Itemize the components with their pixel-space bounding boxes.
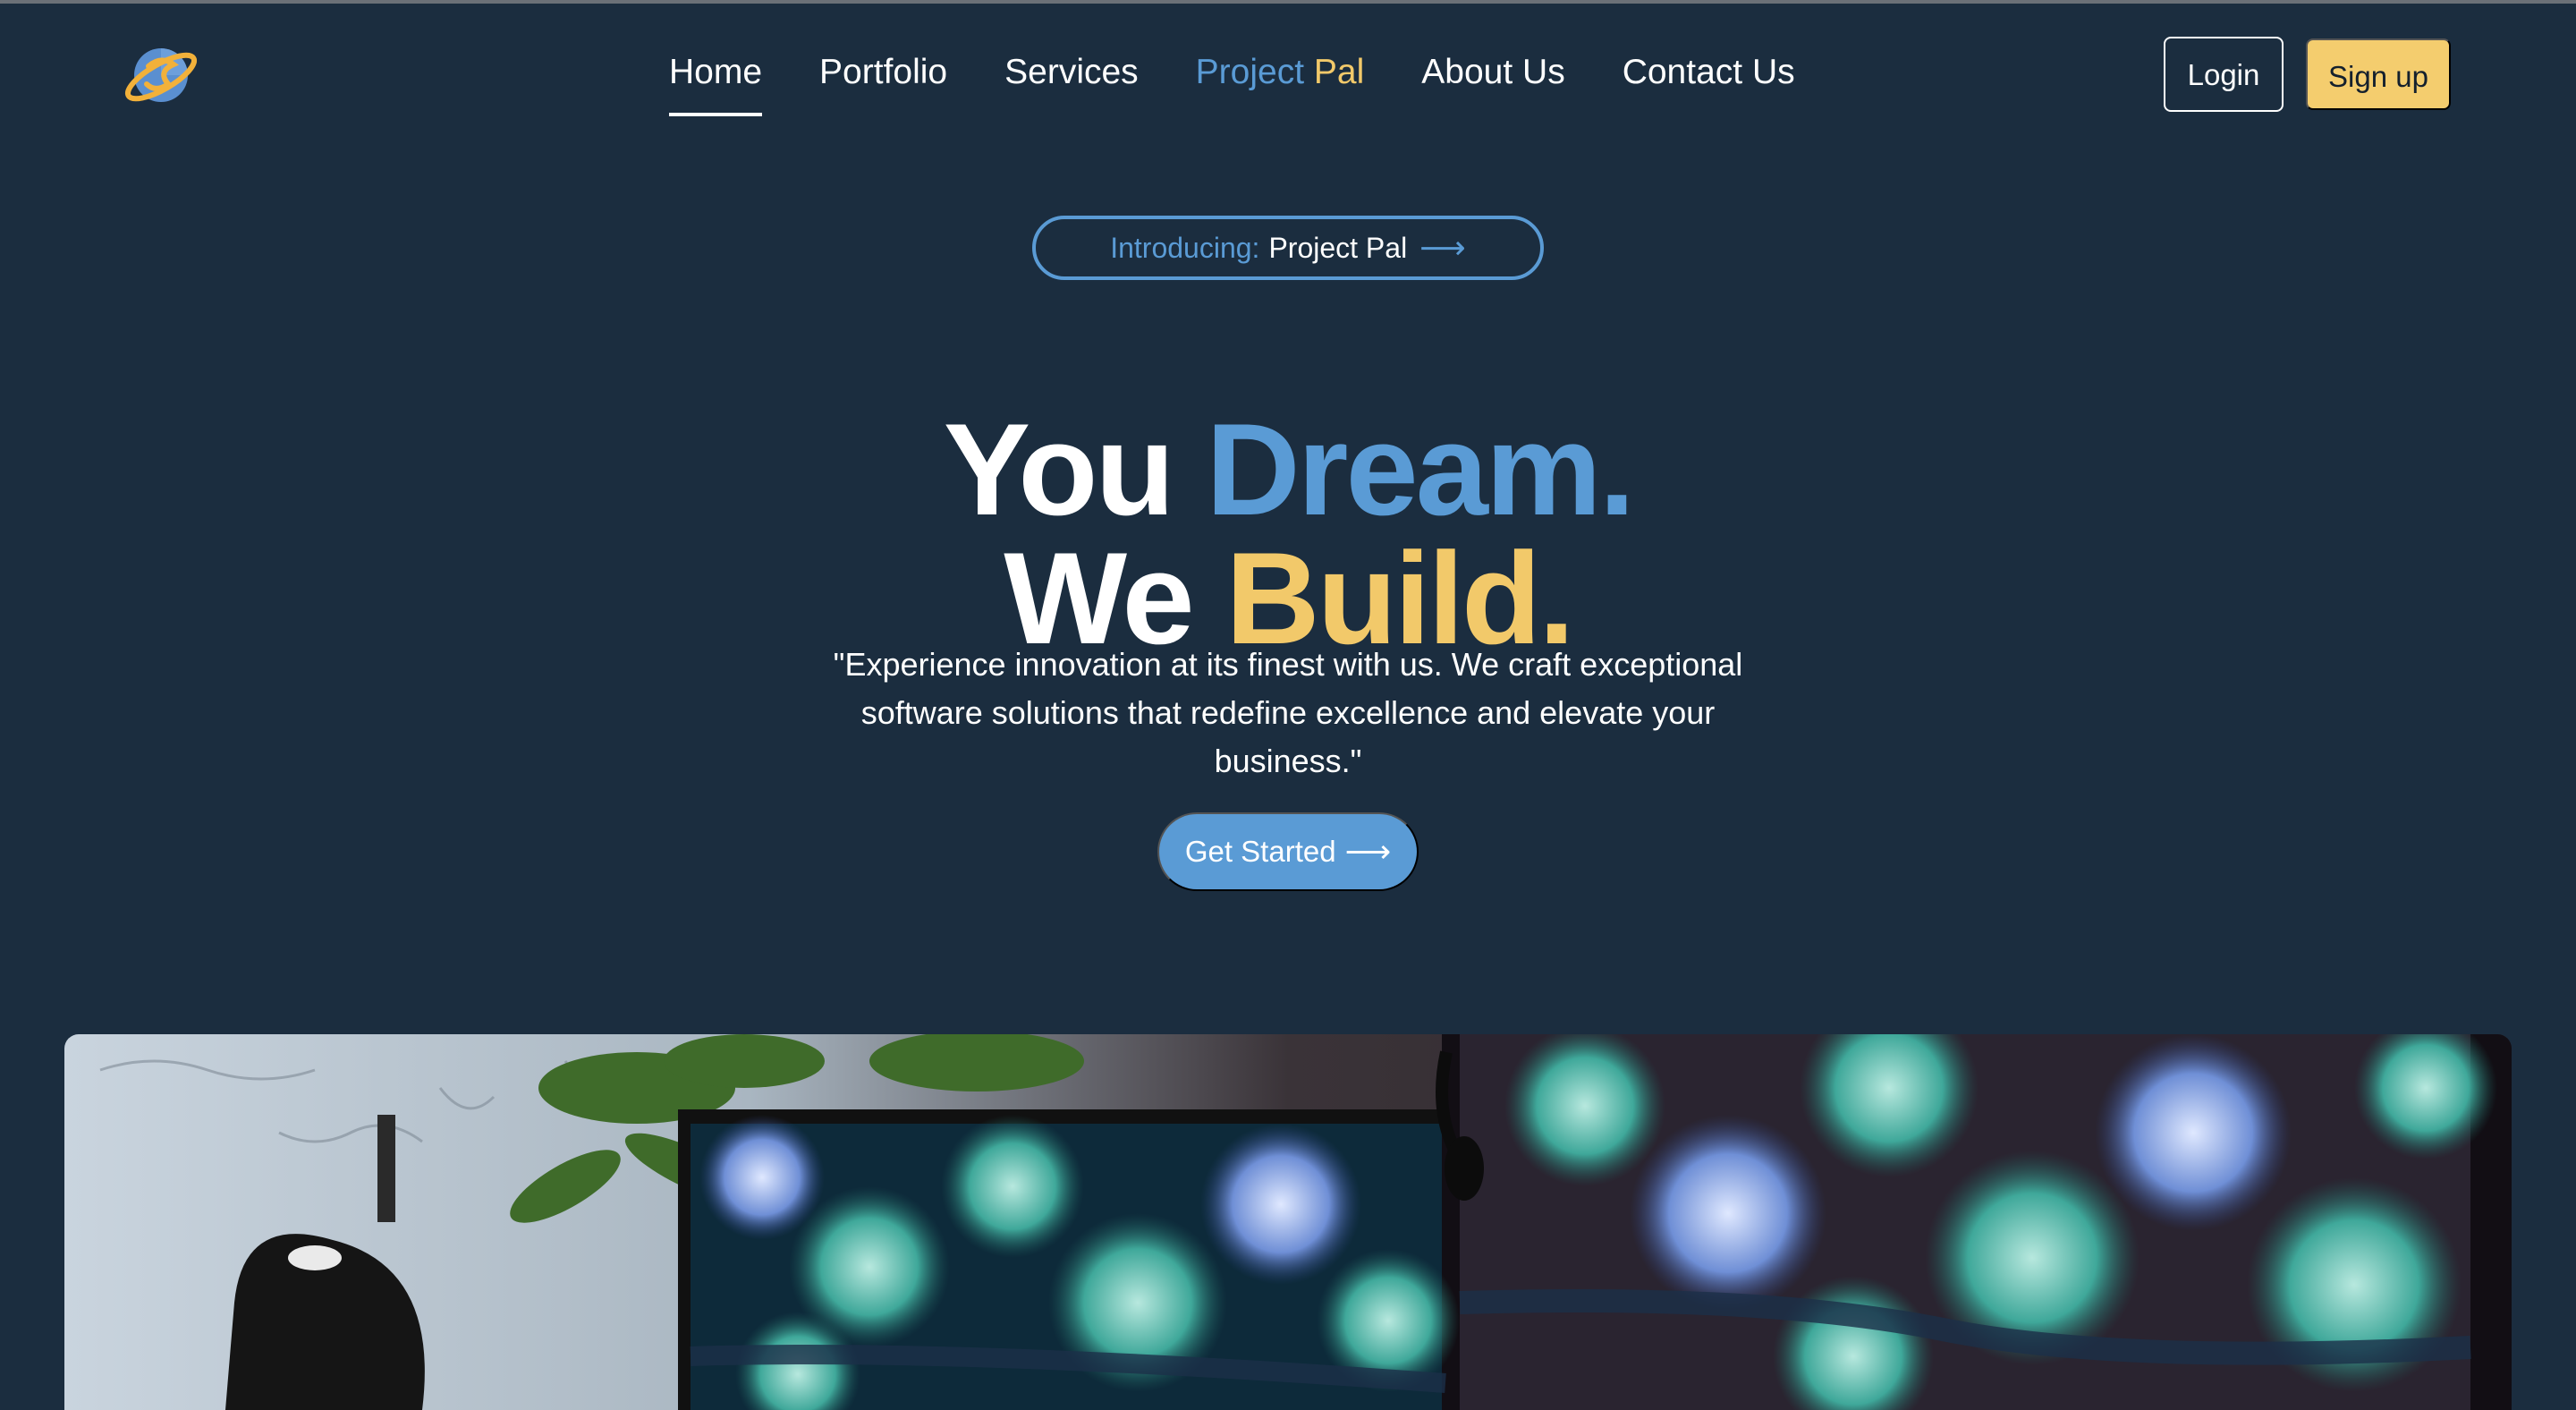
nav-item-project-pal-part-a: Project	[1195, 53, 1305, 91]
signup-button[interactable]: Sign up	[2306, 38, 2451, 110]
headline-you: You	[943, 395, 1175, 542]
hero-workspace-image	[64, 1034, 2512, 1410]
pill-name-text: Project Pal	[1268, 231, 1408, 264]
headline-line-1: You Dream.	[0, 403, 2576, 535]
nav-item-project-pal-part-b: Pal	[1313, 53, 1365, 91]
nav-item-contact-us[interactable]: Contact Us	[1623, 52, 1795, 113]
get-started-button[interactable]: Get Started ⟶	[1157, 812, 1419, 891]
arrow-right-icon: ⟶	[1344, 833, 1392, 870]
top-navigation: Home Portfolio Services Project Pal Abou…	[0, 4, 2576, 138]
nav-item-about-us[interactable]: About Us	[1421, 52, 1564, 113]
headline-dream: Dream.	[1206, 395, 1635, 542]
introducing-pill-link[interactable]: Introducing: Project Pal ⟶	[1032, 216, 1544, 280]
nav-links: Home Portfolio Services Project Pal Abou…	[669, 52, 1852, 123]
nav-item-portfolio[interactable]: Portfolio	[819, 52, 947, 113]
login-button[interactable]: Login	[2164, 37, 2284, 112]
planet-logo-icon[interactable]	[122, 39, 202, 111]
nav-item-project-pal[interactable]: Project Pal	[1196, 52, 1365, 113]
get-started-label: Get Started	[1184, 835, 1336, 868]
nav-item-home[interactable]: Home	[669, 52, 763, 116]
pill-intro-text: Introducing:	[1110, 231, 1260, 264]
arrow-right-icon: ⟶	[1419, 229, 1466, 266]
nav-item-services[interactable]: Services	[1004, 52, 1139, 113]
hero-lead-text: "Experience innovation at its finest wit…	[833, 646, 1743, 779]
